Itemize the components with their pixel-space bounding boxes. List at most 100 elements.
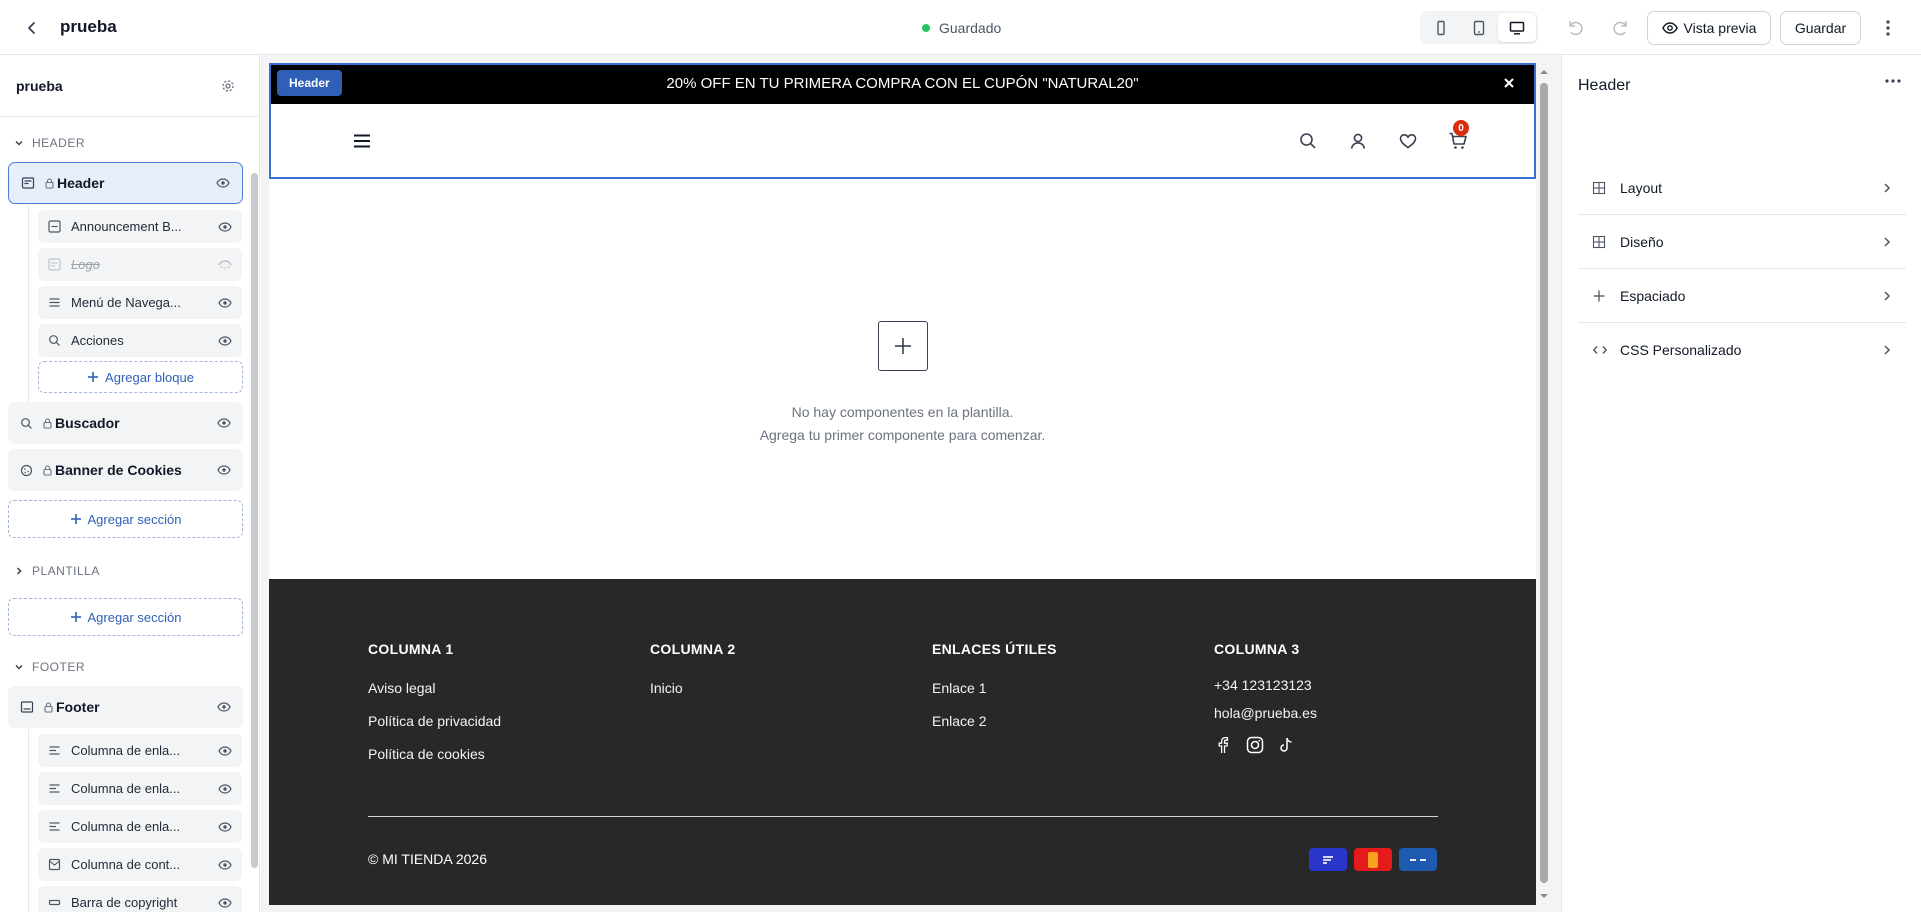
footer-link[interactable]: Política de privacidad <box>368 713 501 729</box>
block-announcement-bar[interactable]: Announcement B... <box>38 210 242 243</box>
eye-icon[interactable] <box>217 463 231 477</box>
properties-more-button[interactable] <box>1885 79 1905 95</box>
add-section-template-button[interactable]: Agregar sección <box>8 598 243 636</box>
prop-row-spacing[interactable]: Espaciado <box>1578 269 1906 323</box>
prop-row-layout[interactable]: Layout <box>1578 161 1906 215</box>
prop-row-custom-css[interactable]: CSS Personalizado <box>1578 323 1906 377</box>
grid-icon <box>1592 235 1606 248</box>
header-account-button[interactable] <box>1348 131 1368 151</box>
group-header-toggle[interactable]: HEADER <box>14 136 85 150</box>
layout-header-icon <box>21 177 35 189</box>
mobile-view-button[interactable] <box>1422 13 1460 42</box>
add-component-button[interactable] <box>878 321 928 371</box>
site-footer: COLUMNA 1 Aviso legal Política de privac… <box>269 579 1536 905</box>
redo-button[interactable] <box>1609 17 1631 39</box>
block-footer-column-2[interactable]: Columna de enla... <box>38 772 242 805</box>
prop-row-design[interactable]: Diseño <box>1578 215 1906 269</box>
header-wishlist-button[interactable] <box>1398 131 1418 151</box>
footer-phone[interactable]: +34 123123123 <box>1214 677 1317 693</box>
plus-icon <box>70 612 81 622</box>
group-footer-toggle[interactable]: FOOTER <box>14 660 85 674</box>
group-plantilla-toggle[interactable]: PLANTILLA <box>14 564 100 578</box>
eye-icon[interactable] <box>218 296 232 310</box>
footer-link[interactable]: Aviso legal <box>368 680 501 696</box>
hamburger-menu-button[interactable] <box>353 133 371 149</box>
desktop-view-button[interactable] <box>1498 13 1536 42</box>
empty-state-subtitle: Agrega tu primer componente para comenza… <box>759 427 1046 443</box>
back-button[interactable] <box>20 16 44 40</box>
announcement-text: 20% OFF EN TU PRIMERA COMPRA CON EL CUPÓ… <box>666 75 1139 92</box>
eye-icon[interactable] <box>218 820 232 834</box>
section-footer[interactable]: Footer <box>8 686 243 728</box>
scroll-down-icon[interactable] <box>1537 891 1551 901</box>
mastercard-icon <box>1354 848 1392 871</box>
eye-icon[interactable] <box>217 416 231 430</box>
canvas-scrollbar[interactable] <box>1537 63 1551 905</box>
footer-column-3: ENLACES ÚTILES Enlace 1 Enlace 2 <box>932 641 1057 746</box>
block-copyright-bar[interactable]: Barra de copyright <box>38 886 242 912</box>
block-footer-column-1[interactable]: Columna de enla... <box>38 734 242 767</box>
eye-off-icon[interactable] <box>218 258 232 272</box>
block-actions[interactable]: Acciones <box>38 324 242 357</box>
grid-icon <box>1592 181 1606 194</box>
left-sidebar: prueba HEADER Header Announcement B... L… <box>0 55 260 912</box>
section-footer-label: Footer <box>56 699 100 715</box>
announcement-close-button[interactable] <box>1500 74 1518 92</box>
undo-button[interactable] <box>1565 17 1587 39</box>
selected-section-tag[interactable]: Header <box>277 70 342 96</box>
footer-link[interactable]: Enlace 2 <box>932 713 1057 729</box>
plus-icon <box>70 514 81 524</box>
save-button[interactable]: Guardar <box>1780 11 1861 45</box>
eye-icon[interactable] <box>218 858 232 872</box>
footer-link[interactable]: Política de cookies <box>368 746 501 762</box>
section-cookies-label: Banner de Cookies <box>55 462 182 478</box>
instagram-icon[interactable] <box>1246 736 1264 754</box>
eye-icon[interactable] <box>218 334 232 348</box>
chevron-right-icon <box>1884 236 1891 247</box>
block-logo[interactable]: Logo <box>38 248 242 281</box>
sidebar-scrollbar[interactable] <box>250 117 258 912</box>
desktop-icon <box>1509 21 1525 35</box>
block-label: Acciones <box>71 333 124 348</box>
card-dashes-icon <box>1410 858 1426 861</box>
section-cookies[interactable]: Banner de Cookies <box>8 449 243 491</box>
status-text: Guardado <box>939 20 1002 36</box>
announcement-bar[interactable]: 20% OFF EN TU PRIMERA COMPRA CON EL CUPÓ… <box>269 63 1536 104</box>
eye-icon[interactable] <box>218 782 232 796</box>
menu-icon <box>49 298 60 307</box>
menu-icon <box>354 134 370 148</box>
section-header[interactable]: Header <box>8 162 243 204</box>
close-icon <box>1504 78 1514 88</box>
footer-link[interactable]: Inicio <box>650 680 735 696</box>
eye-icon <box>1661 22 1678 34</box>
footer-link[interactable]: Enlace 1 <box>932 680 1057 696</box>
preview-button[interactable]: Vista previa <box>1647 11 1771 45</box>
cart-count-badge: 0 <box>1453 120 1469 136</box>
canvas-scroll-thumb[interactable] <box>1540 83 1548 883</box>
facebook-icon[interactable] <box>1214 736 1232 754</box>
eye-icon[interactable] <box>218 896 232 910</box>
header-search-button[interactable] <box>1298 131 1318 151</box>
add-section-header-button[interactable]: Agregar sección <box>8 500 243 538</box>
eye-icon[interactable] <box>218 220 232 234</box>
social-links <box>1214 736 1317 754</box>
preview-label: Vista previa <box>1683 20 1757 36</box>
tiktok-icon[interactable] <box>1278 736 1294 754</box>
add-block-button[interactable]: Agregar bloque <box>38 361 243 393</box>
block-footer-column-3[interactable]: Columna de enla... <box>38 810 242 843</box>
eye-icon[interactable] <box>218 744 232 758</box>
sidebar-scroll-thumb[interactable] <box>251 173 258 868</box>
footer-email[interactable]: hola@prueba.es <box>1214 705 1317 721</box>
block-nav-menu[interactable]: Menú de Navega... <box>38 286 242 319</box>
more-menu-button[interactable] <box>1877 16 1899 40</box>
section-buscador[interactable]: Buscador <box>8 402 243 444</box>
gear-icon[interactable] <box>221 79 235 93</box>
scroll-up-icon[interactable] <box>1537 67 1551 77</box>
chevron-right-icon <box>1884 345 1891 355</box>
footer-divider <box>368 816 1438 817</box>
eye-icon[interactable] <box>217 700 231 714</box>
eye-icon[interactable] <box>216 176 230 190</box>
block-footer-contact-column[interactable]: Columna de cont... <box>38 848 242 881</box>
properties-title: Header <box>1578 77 1631 94</box>
tablet-view-button[interactable] <box>1460 13 1498 42</box>
